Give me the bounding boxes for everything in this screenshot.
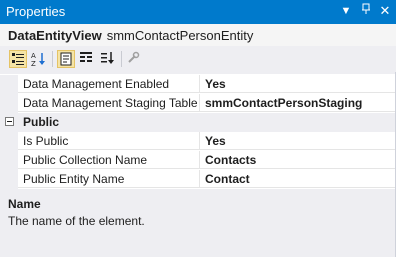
svg-text:A: A xyxy=(31,52,36,60)
property-name: Public Collection Name xyxy=(18,151,199,169)
row-gutter xyxy=(0,170,18,189)
close-icon[interactable]: ✕ xyxy=(377,3,393,19)
property-name: Data Management Enabled xyxy=(18,75,199,93)
property-value[interactable]: smmContactPersonStaging xyxy=(199,94,395,112)
property-row[interactable]: Is Public Yes xyxy=(0,132,395,151)
toolbar: A Z xyxy=(0,46,396,72)
wrench-icon[interactable] xyxy=(125,50,143,68)
description-title: Name xyxy=(8,197,41,211)
category-public[interactable]: Public xyxy=(0,113,395,132)
property-value[interactable]: Yes xyxy=(199,75,395,93)
toolbar-separator xyxy=(121,51,122,67)
properties-window: Properties ▼ ✕ DataEntityView smmContactP… xyxy=(0,0,396,257)
events-icon[interactable] xyxy=(78,50,96,68)
window-title: Properties xyxy=(6,4,66,19)
property-row[interactable]: Public Collection Name Contacts xyxy=(0,151,395,170)
pin-icon[interactable] xyxy=(358,3,374,19)
sort-az-icon[interactable]: A Z xyxy=(30,50,48,68)
row-gutter xyxy=(0,151,18,170)
category-label: Public xyxy=(23,115,60,129)
properties-icon[interactable] xyxy=(57,50,75,68)
title-bar: Properties ▼ ✕ xyxy=(0,0,396,24)
description-pane: Name The name of the element. xyxy=(0,193,395,257)
property-name: Is Public xyxy=(18,132,199,150)
dropdown-icon[interactable]: ▼ xyxy=(338,3,354,19)
row-gutter xyxy=(0,132,18,151)
property-value[interactable]: Yes xyxy=(199,132,395,150)
property-row[interactable]: Data Management Enabled Yes xyxy=(0,75,395,94)
object-label: DataEntityView smmContactPersonEntity xyxy=(8,28,253,43)
collapse-toggle-icon[interactable] xyxy=(5,117,14,126)
object-selector[interactable]: DataEntityView smmContactPersonEntity xyxy=(0,24,396,46)
object-type: DataEntityView xyxy=(8,28,102,43)
toolbar-separator xyxy=(52,51,53,67)
property-name: Public Entity Name xyxy=(18,170,199,188)
row-gutter xyxy=(0,94,18,113)
property-row[interactable]: Public Entity Name Contact xyxy=(0,170,395,189)
property-row[interactable]: Data Management Staging Table smmContact… xyxy=(0,94,395,113)
property-value[interactable]: Contacts xyxy=(199,151,395,169)
object-name: smmContactPersonEntity xyxy=(106,28,254,43)
property-pages-icon[interactable] xyxy=(99,50,117,68)
description-text: The name of the element. xyxy=(8,214,145,228)
property-value[interactable]: Contact xyxy=(199,170,395,188)
categorized-icon[interactable] xyxy=(9,50,27,68)
property-grid: Data Management Enabled Yes Data Managem… xyxy=(0,74,395,189)
svg-text:Z: Z xyxy=(31,60,36,68)
property-name: Data Management Staging Table xyxy=(18,94,199,112)
row-gutter xyxy=(0,75,18,94)
